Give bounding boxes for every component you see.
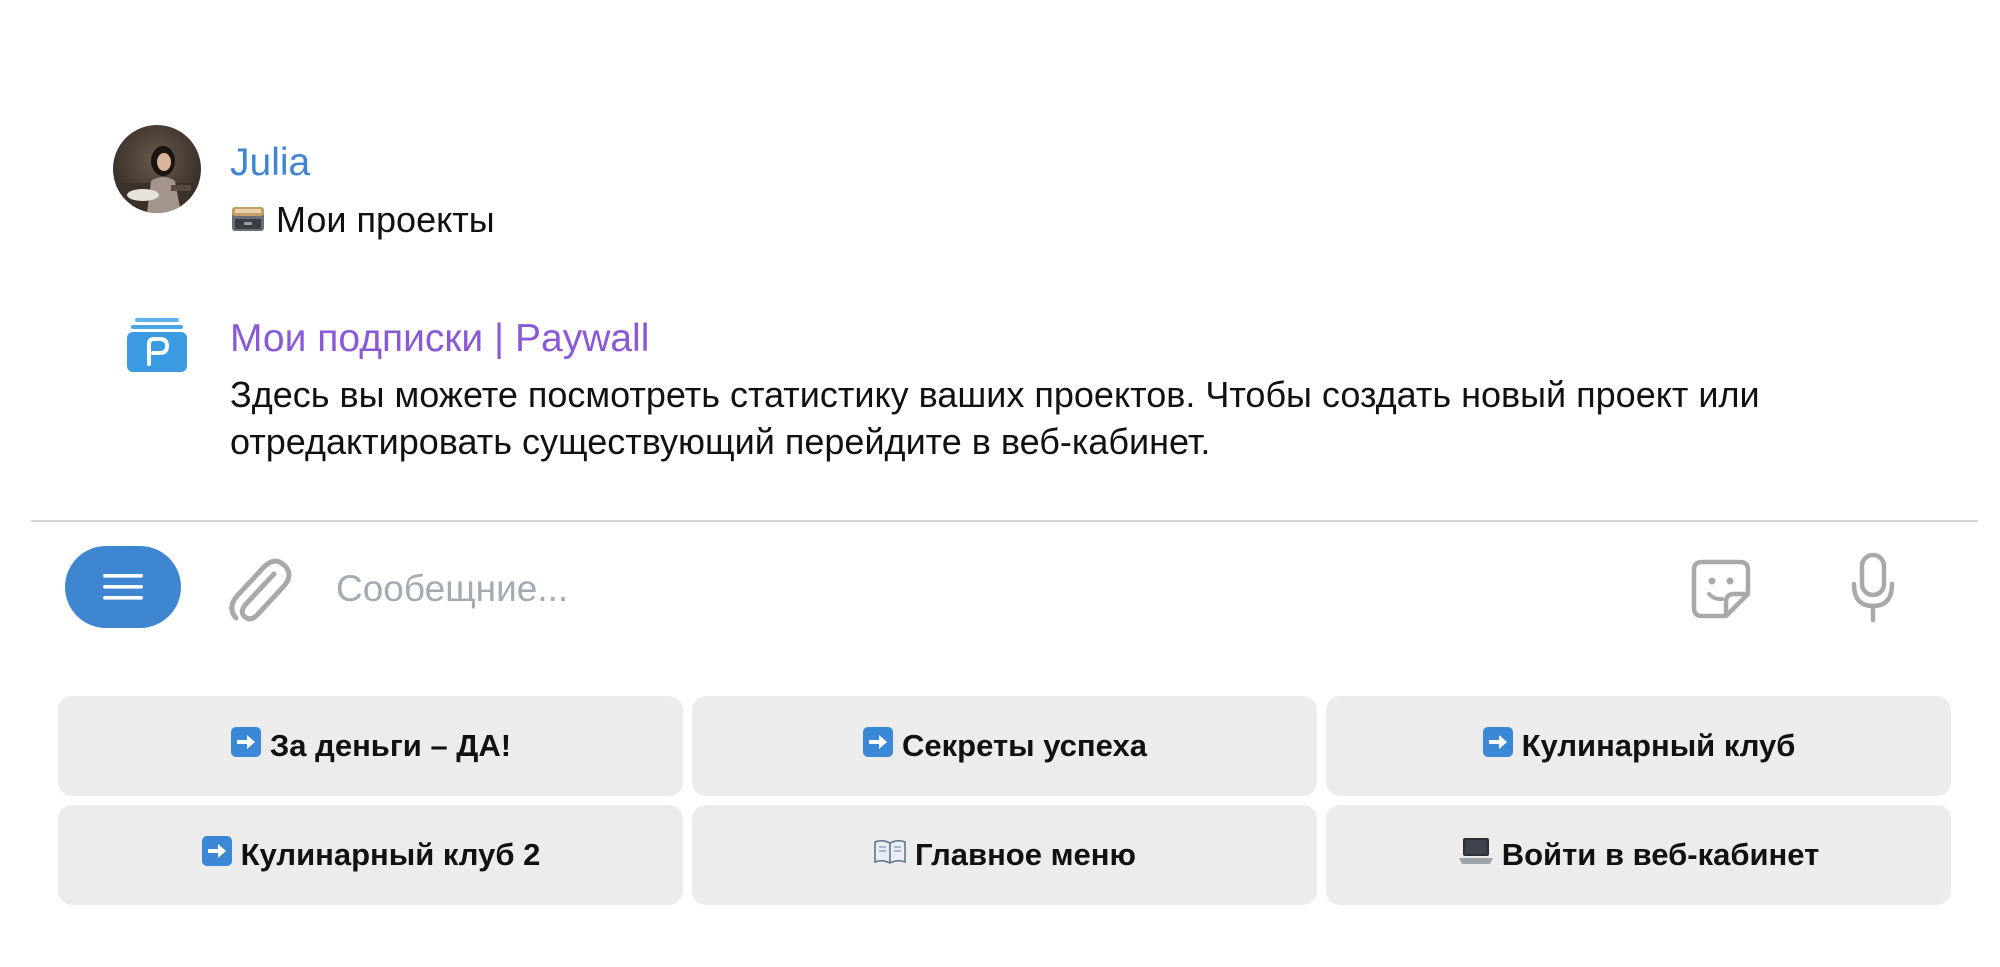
message-input[interactable] [334, 556, 1638, 622]
keyboard-button-label: Войти в веб-кабинет [1501, 837, 1820, 872]
menu-button[interactable] [65, 546, 181, 628]
right-arrow-emoji [862, 726, 894, 766]
keyboard-button-web-cabinet[interactable]: Войти в веб-кабинет [1326, 805, 1951, 905]
keyboard-button-label: Секреты успеха [902, 728, 1147, 763]
keyboard-button-label: Кулинарный клуб [1521, 728, 1796, 763]
keyboard-button-main-menu[interactable]: Главное меню [692, 805, 1317, 905]
keyboard-button-label: Главное меню [915, 837, 1136, 872]
microphone-icon [1851, 552, 1895, 623]
open-book-emoji [873, 837, 907, 873]
keyboard-button-kulinarny-2[interactable]: Кулинарный клуб 2 [58, 805, 683, 905]
right-arrow-emoji [1482, 726, 1514, 766]
sender-name[interactable]: Мои подписки | Paywall [230, 316, 649, 362]
sticker-icon [1691, 559, 1751, 619]
keyboard-button-label: Кулинарный клуб 2 [240, 837, 541, 872]
message-text: Мои проекты [230, 196, 1850, 246]
bot-keyboard: За деньги – ДА! Секреты успеха Кулинарны… [58, 696, 1952, 905]
keyboard-button-za-dengi[interactable]: За деньги – ДА! [58, 696, 683, 796]
right-arrow-emoji [201, 835, 233, 875]
laptop-emoji [1458, 836, 1494, 874]
sender-name[interactable]: Julia [230, 140, 310, 186]
message-text: Здесь вы можете посмотреть статистику ва… [230, 374, 1760, 462]
chat-history: Julia Мои проекты Мои подписки | Paywall… [0, 0, 2000, 520]
message-text-body: Мои проекты [276, 199, 495, 240]
paperclip-icon [229, 558, 292, 622]
keyboard-button-label: За деньги – ДА! [269, 728, 512, 763]
microphone-button[interactable] [1851, 552, 1895, 624]
hamburger-menu-icon [103, 574, 143, 600]
user-photo-avatar [113, 125, 201, 213]
keyboard-button-sekrety[interactable]: Секреты успеха [692, 696, 1317, 796]
message-composer [0, 522, 2000, 662]
attach-button[interactable] [224, 550, 294, 626]
keyboard-button-kulinarny[interactable]: Кулинарный клуб [1326, 696, 1951, 796]
card-file-box-emoji [230, 199, 266, 246]
avatar[interactable] [113, 125, 201, 213]
right-arrow-emoji [230, 726, 262, 766]
sticker-button[interactable] [1690, 558, 1752, 620]
paywall-bot-logo[interactable] [125, 316, 189, 372]
